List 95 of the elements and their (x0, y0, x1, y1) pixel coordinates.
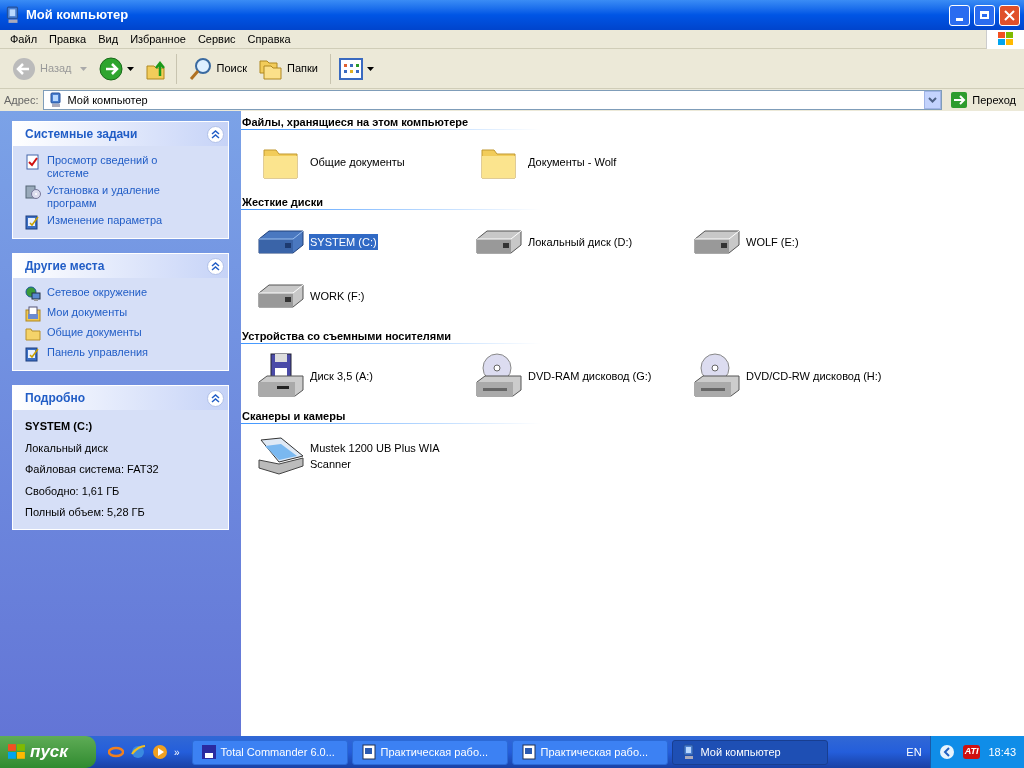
window-title: Мой компьютер (26, 6, 130, 25)
task-link[interactable]: Мои документы (47, 306, 128, 319)
cd-box-icon (25, 184, 41, 200)
optical-drive-icon (475, 352, 523, 400)
item-label[interactable]: Локальный диск (D:) (527, 233, 634, 251)
group-header: Жесткие диски (241, 195, 324, 209)
collapse-button[interactable] (207, 125, 224, 143)
dropdown-caret-icon (126, 66, 134, 71)
search-button[interactable]: Поиск (184, 56, 251, 81)
globe-computer-icon (25, 286, 41, 302)
dropdown-caret-icon (79, 66, 87, 71)
item-label[interactable]: WORK (F:) (309, 287, 366, 305)
menu-item[interactable]: Справка (241, 30, 297, 48)
hard-drive-icon (693, 227, 741, 257)
taskbar-button[interactable]: Total Commander 6.0... (191, 739, 348, 765)
item-label[interactable]: Mustek 1200 UB Plus WIA Scanner (309, 439, 469, 473)
hard-drive-icon (257, 281, 305, 311)
forward-button[interactable] (98, 56, 123, 81)
panel-title: Другие места (25, 258, 105, 275)
floppy-drive-icon (257, 352, 305, 400)
item-label[interactable]: Общие документы (309, 153, 406, 171)
menu-item[interactable]: Избранное (124, 30, 192, 48)
menu-item[interactable]: Сервис (191, 30, 242, 48)
group-header: Устройства со съемными носителями (241, 329, 453, 343)
chevron-up-double-icon (211, 129, 220, 139)
control-panel-icon (25, 214, 41, 230)
more-button[interactable]: » (174, 744, 180, 760)
item-label[interactable]: WOLF (E:) (745, 233, 800, 251)
clock: 18:43 (988, 744, 1016, 760)
menu-item[interactable]: Вид (92, 30, 125, 48)
hard-drive-icon (257, 227, 305, 257)
menu-item[interactable]: Правка (43, 30, 93, 48)
browser-icon (130, 744, 146, 760)
folders-icon (259, 57, 283, 80)
document-icon (360, 744, 377, 760)
folder-icon (25, 326, 41, 342)
control-panel-icon (25, 346, 41, 362)
collapse-button[interactable] (207, 257, 224, 275)
chevron-down-icon (928, 97, 938, 103)
detail-text: Локальный диск (25, 440, 109, 456)
taskbar-button[interactable]: Практическая рабо... (511, 739, 668, 765)
item-label[interactable]: Документы - Wolf (527, 153, 618, 171)
task-link[interactable]: Просмотр сведений о системе (47, 154, 197, 180)
computer-icon (680, 744, 697, 760)
tray-badge[interactable]: ATI (962, 745, 981, 759)
computer-icon (47, 92, 64, 108)
chevron-left-icon (938, 744, 955, 760)
dropdown-button[interactable] (924, 91, 942, 109)
task-link[interactable]: Общие документы (47, 326, 142, 339)
windows-flag-icon (997, 32, 1014, 46)
task-link[interactable]: Сетевое окружение (47, 286, 148, 299)
document-check-icon (25, 154, 41, 170)
folders-button[interactable]: Папки (255, 57, 322, 80)
item-label[interactable]: DVD-RAM дисковод (G:) (527, 367, 653, 385)
folder-document-icon (25, 306, 41, 322)
task-link[interactable]: Изменение параметра (47, 214, 163, 227)
hard-drive-icon (475, 227, 523, 257)
chevron-up-double-icon (211, 261, 220, 271)
menu-item[interactable]: Файл (4, 30, 44, 48)
detail-text: Полный объем: 5,28 ГБ (25, 505, 146, 520)
swirl-icon (108, 744, 124, 760)
windows-flag-icon (8, 744, 26, 760)
minimize-button[interactable] (949, 4, 970, 26)
detail-text: Файловая система: FAT32 (25, 462, 160, 477)
media-player-icon (152, 744, 168, 760)
group-header: Сканеры и камеры (241, 409, 347, 423)
dropdown-caret-icon (366, 66, 374, 71)
close-icon (1004, 9, 1015, 21)
item-label[interactable]: Диск 3,5 (A:) (309, 367, 375, 385)
item-label[interactable]: DVD/CD-RW дисковод (H:) (745, 367, 883, 385)
search-icon (188, 56, 213, 81)
address-label: Адрес: (4, 92, 39, 108)
view-grid-icon (338, 57, 363, 80)
close-button[interactable] (999, 4, 1020, 26)
taskbar-button[interactable]: Мой компьютер (671, 739, 828, 765)
panel-title: Подробно (25, 390, 86, 407)
go-button[interactable]: Переход (946, 91, 1020, 109)
address-field[interactable]: Мой компьютер (42, 90, 943, 110)
detail-text: Свободно: 1,61 ГБ (25, 483, 121, 499)
maximize-button[interactable] (974, 4, 995, 26)
collapse-button[interactable] (207, 389, 224, 407)
document-icon (520, 744, 537, 760)
taskbar-button[interactable]: Практическая рабо... (351, 739, 508, 765)
item-label[interactable]: SYSTEM (C:) (309, 233, 378, 251)
floppy-icon (200, 744, 217, 760)
group-header: Файлы, хранящиеся на этом компьютере (241, 115, 470, 129)
panel-title: Системные задачи (25, 126, 138, 143)
chevron-up-double-icon (211, 393, 220, 403)
optical-drive-icon (693, 352, 741, 400)
scanner-icon (257, 436, 305, 476)
detail-name: SYSTEM (C:) (25, 419, 94, 434)
task-link[interactable]: Панель управления (47, 346, 149, 359)
views-button[interactable] (338, 57, 374, 80)
language-indicator[interactable]: EN (898, 743, 930, 761)
task-link[interactable]: Установка и удаление программ (47, 184, 197, 210)
